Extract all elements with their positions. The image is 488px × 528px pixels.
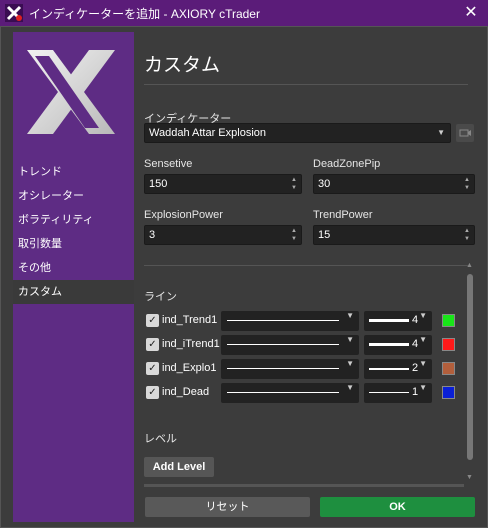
checkbox-icon[interactable]: ✓ (146, 386, 159, 399)
explosion-power-input[interactable]: 3 ▲ ▼ (144, 225, 302, 245)
sidebar-item-oscillator[interactable]: オシレーター (13, 184, 134, 208)
line-width-preview (369, 319, 409, 322)
chevron-down-icon: ▼ (346, 359, 354, 368)
sensetive-input[interactable]: 150 ▲ ▼ (144, 174, 302, 194)
chevron-down-icon: ▼ (346, 383, 354, 392)
spinner-icon[interactable]: ▲ ▼ (290, 227, 298, 243)
param-label-explosion: ExplosionPower (144, 209, 223, 221)
axiory-logo-icon (27, 50, 115, 134)
title-bar: インディケーターを追加 - AXIORY cTrader ✕ (0, 0, 488, 26)
sidebar-item-other[interactable]: その他 (13, 256, 134, 280)
sidebar-nav: トレンド オシレーター ボラティリティ 取引数量 その他 カスタム (13, 160, 134, 304)
line-style-select[interactable]: ▼ (221, 335, 359, 355)
camera-icon (459, 129, 471, 137)
line-color-swatch[interactable] (442, 362, 455, 375)
line-width-select[interactable]: 2 ▼ (364, 359, 432, 379)
ok-button[interactable]: OK (320, 497, 475, 517)
trend-power-input[interactable]: 15 ▲ ▼ (313, 225, 475, 245)
horizontal-scrollbar[interactable] (144, 484, 464, 487)
line-width-preview (369, 343, 409, 346)
line-color-swatch[interactable] (442, 314, 455, 327)
main-panel: カスタム インディケーター Waddah Attar Explosion ▼ S… (134, 32, 476, 522)
reset-button[interactable]: リセット (145, 497, 310, 517)
line-style-select[interactable]: ▼ (221, 311, 359, 331)
screenshot-button[interactable] (456, 124, 474, 142)
sensetive-value: 150 (149, 178, 168, 190)
line-style-select[interactable]: ▼ (221, 383, 359, 403)
line-width-value: 1 (412, 386, 419, 398)
close-button[interactable]: ✕ (462, 4, 480, 22)
spinner-icon[interactable]: ▲ ▼ (463, 176, 471, 192)
line-color-swatch[interactable] (442, 386, 455, 399)
chevron-down-icon: ▼ (346, 311, 354, 320)
sidebar-item-volume[interactable]: 取引数量 (13, 232, 134, 256)
param-label-deadzone: DeadZonePip (313, 158, 381, 170)
param-label-trend: TrendPower (313, 209, 373, 221)
checkbox-icon[interactable]: ✓ (146, 362, 159, 375)
line-row: ✓ ind_iTrend1 ▼ 4 ▼ (144, 335, 460, 355)
line-name: ind_iTrend1 (162, 338, 220, 350)
line-style-preview (227, 320, 339, 321)
line-style-preview (227, 392, 339, 393)
lines-section-label: ライン (144, 291, 177, 303)
checkbox-icon[interactable]: ✓ (146, 314, 159, 327)
chevron-down-icon: ▼ (437, 128, 445, 137)
line-width-preview (369, 392, 409, 393)
line-width-select[interactable]: 4 ▼ (364, 311, 432, 331)
line-width-value: 2 (412, 362, 419, 374)
app-logo-icon (5, 4, 23, 22)
sidebar-item-volatility[interactable]: ボラティリティ (13, 208, 134, 232)
line-row: ✓ ind_Explo1 ▼ 2 ▼ (144, 359, 460, 379)
chevron-down-icon: ▼ (419, 311, 427, 320)
spinner-icon[interactable]: ▲ ▼ (290, 176, 298, 192)
page-title: カスタム (144, 55, 221, 76)
levels-section-label: レベル (144, 433, 177, 445)
line-width-preview (369, 368, 409, 370)
line-style-select[interactable]: ▼ (221, 359, 359, 379)
line-style-preview (227, 344, 339, 345)
checkbox-icon[interactable]: ✓ (146, 338, 159, 351)
line-row: ✓ ind_Trend1 ▼ 4 ▼ (144, 311, 460, 331)
chevron-down-icon: ▼ (419, 359, 427, 368)
line-row: ✓ ind_Dead ▼ 1 ▼ (144, 383, 460, 403)
scroll-down-icon[interactable]: ▼ (466, 474, 473, 481)
vertical-scrollbar[interactable]: ▲ ▼ (466, 262, 474, 492)
add-level-button[interactable]: Add Level (144, 457, 214, 477)
indicator-select[interactable]: Waddah Attar Explosion ▼ (144, 123, 451, 143)
line-style-preview (227, 368, 339, 369)
line-width-value: 4 (412, 338, 419, 350)
window-title: インディケーターを追加 - AXIORY cTrader (29, 6, 260, 21)
explosion-value: 3 (149, 229, 156, 241)
sidebar: トレンド オシレーター ボラティリティ 取引数量 その他 カスタム (13, 32, 134, 522)
chevron-down-icon: ▼ (419, 383, 427, 392)
line-color-swatch[interactable] (442, 338, 455, 351)
sidebar-item-custom[interactable]: カスタム (13, 280, 134, 304)
indicator-select-value: Waddah Attar Explosion (149, 127, 266, 139)
line-name: ind_Dead (162, 386, 210, 398)
deadzone-input[interactable]: 30 ▲ ▼ (313, 174, 475, 194)
spinner-icon[interactable]: ▲ ▼ (463, 227, 471, 243)
chevron-down-icon: ▼ (346, 335, 354, 344)
param-label-sensetive: Sensetive (144, 158, 193, 170)
line-name: ind_Explo1 (162, 362, 217, 374)
divider (144, 84, 468, 85)
line-width-select[interactable]: 4 ▼ (364, 335, 432, 355)
deadzone-value: 30 (318, 178, 331, 190)
line-width-select[interactable]: 1 ▼ (364, 383, 432, 403)
line-width-value: 4 (412, 314, 419, 326)
sidebar-item-trend[interactable]: トレンド (13, 160, 134, 184)
line-name: ind_Trend1 (162, 314, 218, 326)
scroll-thumb[interactable] (467, 274, 473, 460)
scroll-up-icon[interactable]: ▲ (466, 262, 473, 269)
chevron-down-icon: ▼ (419, 335, 427, 344)
divider (144, 265, 468, 266)
trend-value: 15 (318, 229, 331, 241)
